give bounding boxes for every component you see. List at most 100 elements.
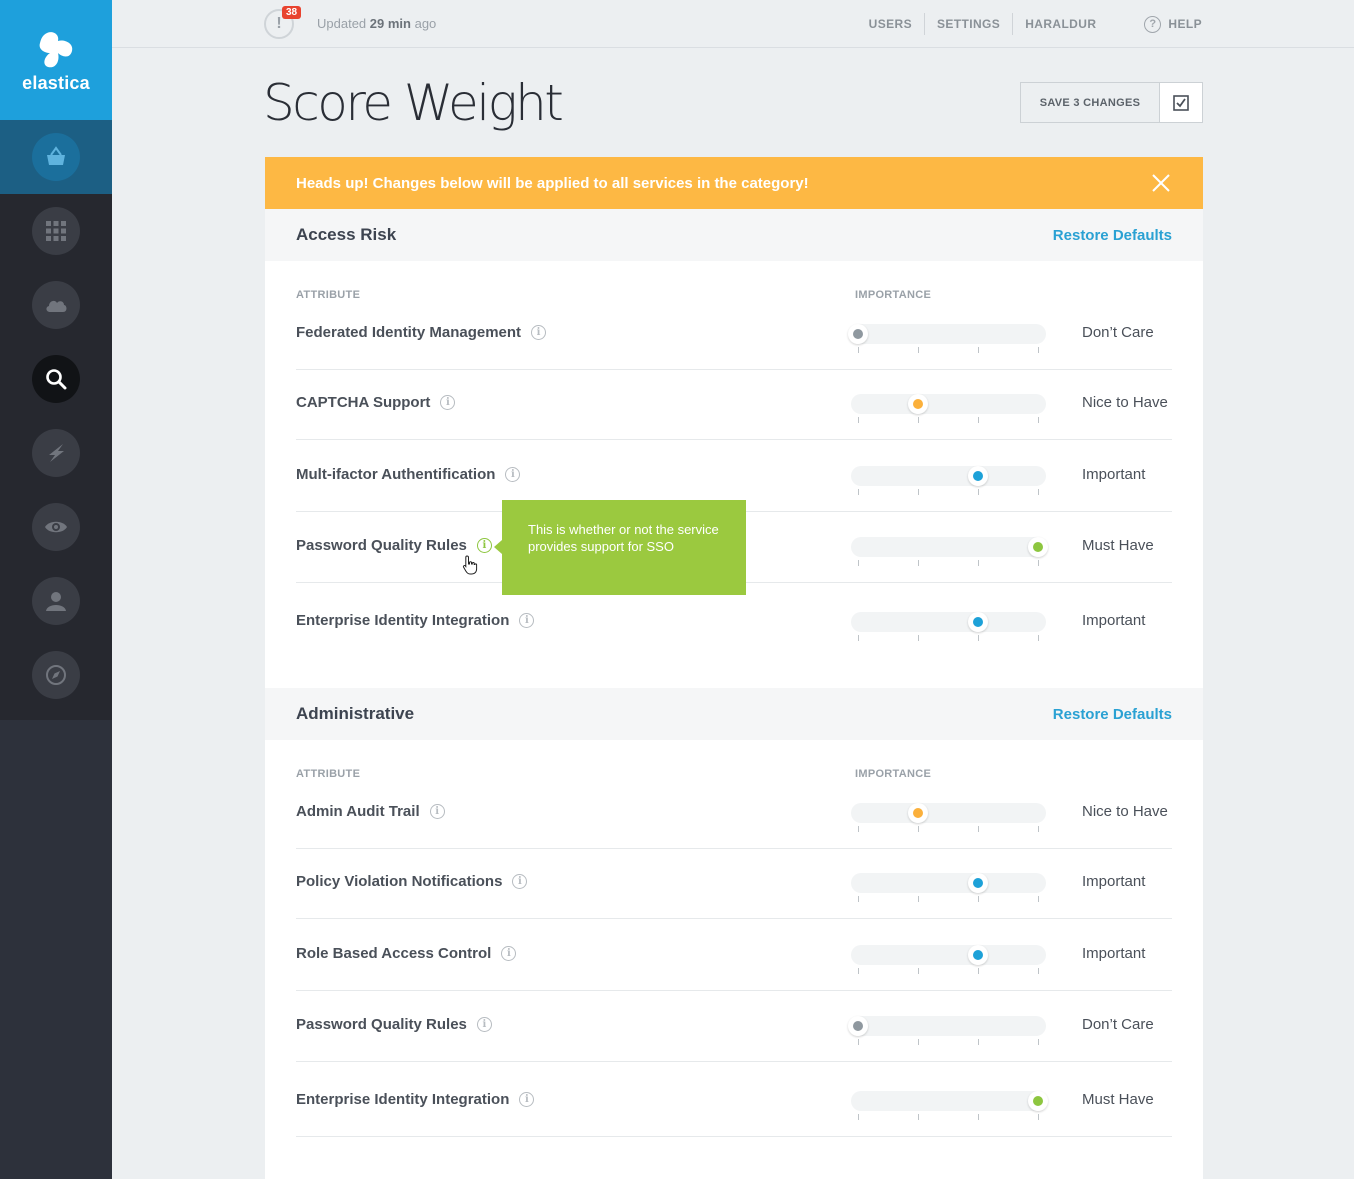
info-icon[interactable]: i xyxy=(531,325,547,340)
updated-time: 29 min xyxy=(369,16,411,31)
nav-item-apps[interactable] xyxy=(0,194,112,268)
attribute-label: Admin Audit Trail xyxy=(296,803,420,820)
attribute-name: Federated Identity Management i xyxy=(296,324,547,341)
section-header: Administrative Restore Defaults xyxy=(265,688,1203,740)
slider-tick xyxy=(978,826,979,832)
slider-handle[interactable] xyxy=(848,324,868,344)
info-icon[interactable]: i xyxy=(505,467,521,482)
slider-handle[interactable] xyxy=(968,466,988,486)
nav-users[interactable]: USERS xyxy=(857,13,924,35)
nav-item-cloud[interactable] xyxy=(0,268,112,342)
slider-handle[interactable] xyxy=(848,1016,868,1036)
slider-tick xyxy=(1038,826,1039,832)
nav-account[interactable]: HARALDUR xyxy=(1012,13,1108,35)
attribute-name: Admin Audit Trail i xyxy=(296,803,445,820)
importance-slider[interactable] xyxy=(851,1091,1048,1120)
info-icon[interactable]: i xyxy=(501,946,517,961)
save-changes-button[interactable]: SAVE 3 CHANGES xyxy=(1020,82,1203,123)
basket-icon xyxy=(47,146,65,165)
slider-tick xyxy=(918,417,919,423)
slider-handle[interactable] xyxy=(1028,1091,1048,1111)
slider-tick xyxy=(858,489,859,495)
slider-tick xyxy=(858,826,859,832)
info-icon[interactable]: i xyxy=(476,1017,492,1032)
slider-handle[interactable] xyxy=(968,612,988,632)
importance-slider[interactable] xyxy=(848,1016,1046,1045)
slider-tick xyxy=(918,1039,919,1045)
slider-tick xyxy=(858,968,859,974)
nav-settings[interactable]: SETTINGS xyxy=(923,13,1012,35)
info-icon[interactable]: i xyxy=(440,395,456,410)
restore-defaults-link[interactable]: Restore Defaults xyxy=(1053,706,1172,723)
close-icon[interactable] xyxy=(1151,173,1171,193)
help-link[interactable]: ? HELP xyxy=(1108,15,1202,33)
slider-tick xyxy=(1038,347,1039,353)
importance-slider[interactable] xyxy=(851,945,1046,974)
nav-item-users[interactable] xyxy=(0,564,112,638)
slider-tick xyxy=(918,635,919,641)
importance-slider[interactable] xyxy=(851,612,1046,641)
info-icon[interactable]: i xyxy=(476,538,492,553)
slider-tick xyxy=(858,417,859,423)
updated-status: Updated 29 min ago xyxy=(317,16,436,31)
brand-name: elastica xyxy=(22,72,90,93)
hand-cursor-icon xyxy=(462,555,478,575)
checkbox-icon[interactable] xyxy=(1160,83,1202,122)
nav-item-store[interactable] xyxy=(0,120,112,194)
top-bar: ! 38 Updated 29 min ago USERS SETTINGS H… xyxy=(112,0,1354,48)
sidebar: elastica xyxy=(0,0,112,1179)
slider-tick xyxy=(978,560,979,566)
info-icon[interactable]: i xyxy=(519,1092,535,1107)
info-icon[interactable]: i xyxy=(519,613,535,628)
nav-item-explore[interactable] xyxy=(0,638,112,712)
eye-icon xyxy=(45,521,67,533)
slider-tick xyxy=(978,417,979,423)
slider-tick xyxy=(1038,968,1039,974)
info-icon[interactable]: i xyxy=(429,804,445,819)
slider-tick xyxy=(918,896,919,902)
importance-level: Nice to Have xyxy=(1082,394,1168,411)
attribute-row: Enterprise Identity Integration i Importan… xyxy=(296,592,1172,652)
slider-tick xyxy=(978,1114,979,1120)
page-title: Score Weight xyxy=(263,74,564,132)
slider-tick xyxy=(918,560,919,566)
slider-tick xyxy=(858,347,859,353)
nav-item-activity[interactable] xyxy=(0,416,112,490)
slider-handle[interactable] xyxy=(908,394,928,414)
attribute-label: Federated Identity Management xyxy=(296,324,522,341)
brand-logo[interactable]: elastica xyxy=(0,0,112,120)
slider-handle[interactable] xyxy=(1028,537,1048,557)
slider-tick xyxy=(1038,1039,1039,1045)
attribute-label: Password Quality Rules xyxy=(296,537,467,554)
sidebar-nav xyxy=(0,120,112,720)
importance-slider[interactable] xyxy=(851,537,1048,566)
slider-tick xyxy=(1038,1114,1039,1120)
slider-tick xyxy=(978,1039,979,1045)
slider-handle[interactable] xyxy=(968,945,988,965)
importance-level: Don’t Care xyxy=(1082,1016,1154,1033)
importance-level: Important xyxy=(1082,945,1146,962)
importance-slider[interactable] xyxy=(848,324,1046,353)
restore-defaults-link[interactable]: Restore Defaults xyxy=(1053,227,1172,244)
nav-item-monitor[interactable] xyxy=(0,490,112,564)
attribute-name: CAPTCHA Support i xyxy=(296,394,456,411)
importance-slider[interactable] xyxy=(851,803,1046,832)
info-icon[interactable]: i xyxy=(512,874,528,889)
attribute-label: CAPTCHA Support xyxy=(296,394,431,411)
attribute-row: Password Quality Rules i Don’t Care xyxy=(296,996,1172,1062)
slider-handle[interactable] xyxy=(908,803,928,823)
warning-banner: Heads up! Changes below will be applied … xyxy=(265,157,1203,209)
bolt-icon xyxy=(49,444,64,462)
updated-suffix: ago xyxy=(414,16,437,31)
importance-slider[interactable] xyxy=(851,394,1046,423)
attribute-row: Policy Violation Notifications i Important xyxy=(296,853,1172,919)
top-nav: USERS SETTINGS HARALDUR ? HELP xyxy=(857,13,1202,35)
slider-tick xyxy=(918,826,919,832)
attribute-label: Mult-ifactor Authentification xyxy=(296,466,496,483)
importance-slider[interactable] xyxy=(851,466,1046,495)
slider-handle[interactable] xyxy=(968,873,988,893)
nav-item-search[interactable] xyxy=(0,342,112,416)
importance-slider[interactable] xyxy=(851,873,1046,902)
slider-tick xyxy=(978,968,979,974)
grid-icon xyxy=(46,221,66,241)
